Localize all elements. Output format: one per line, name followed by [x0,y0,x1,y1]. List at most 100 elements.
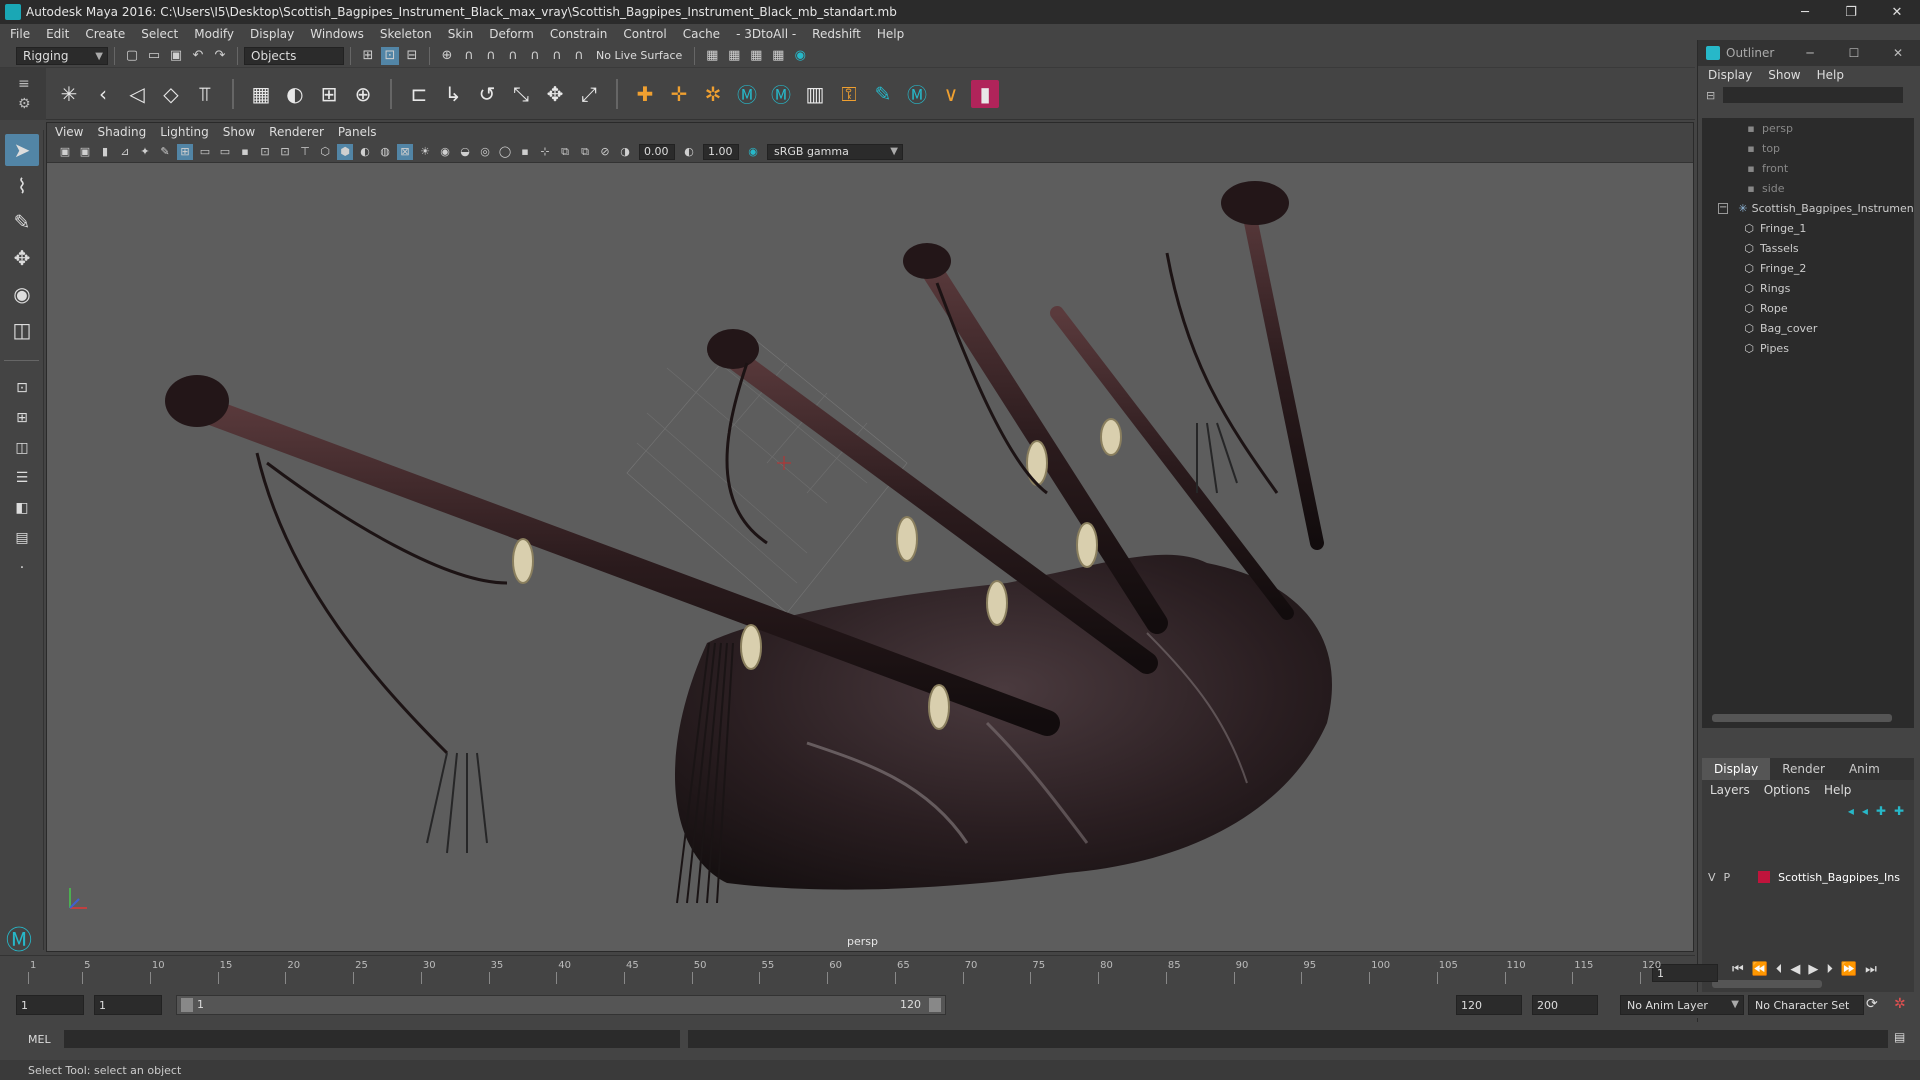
outliner-item-rings[interactable]: ⬡ Rings [1702,278,1914,298]
shelf-menu-icon[interactable]: ≡ [18,76,46,92]
render-current-icon[interactable]: ▦ [703,47,721,65]
filter-icon[interactable]: ⊟ [1706,89,1715,102]
menu-select[interactable]: Select [141,27,178,41]
menu-3dtoall[interactable]: - 3DtoAll - [736,27,796,41]
panel-menu-shading[interactable]: Shading [97,125,146,139]
command-language-label[interactable]: MEL [28,1033,51,1046]
magnet-icon[interactable]: ∩ [548,47,566,65]
menu-file[interactable]: File [10,27,30,41]
mash-icon[interactable]: ✲ [699,80,727,108]
menu-display[interactable]: Display [250,27,294,41]
animation-start-field[interactable]: 1 [16,995,84,1015]
render-view-icon[interactable]: ◉ [791,47,809,65]
play-forwards-icon[interactable]: ▶ [1808,962,1818,977]
restore-button[interactable]: ❐ [1828,0,1874,24]
aim-constraint-icon[interactable]: ✥ [541,80,569,108]
locator-plus-icon[interactable]: ✛ [665,80,693,108]
outliner-search-input[interactable] [1723,87,1904,103]
four-view-layout-icon[interactable]: ⊞ [5,405,39,431]
3d-viewport[interactable]: persp [47,163,1693,951]
backface-icon[interactable]: ⊘ [597,144,613,160]
scale-constraint-icon[interactable]: ⤡ [507,80,535,108]
point-constraint-icon[interactable]: ↳ [439,80,467,108]
view-transform-dropdown[interactable]: sRGB gamma ▼ [767,143,903,160]
select-component-icon[interactable]: ⊟ [403,47,421,65]
scale-tool-icon[interactable]: ◫ [5,314,39,346]
layer-visibility-toggle[interactable]: V [1708,871,1716,884]
panel-menu-panels[interactable]: Panels [338,125,377,139]
rotate-tool-icon[interactable]: ◉ [5,278,39,310]
depth-of-field-icon[interactable]: ◯ [497,144,513,160]
outliner-menu-help[interactable]: Help [1817,68,1844,82]
wireframe-on-shaded-icon[interactable]: ◐ [357,144,373,160]
tab-display[interactable]: Display [1702,758,1771,780]
undo-icon[interactable]: ↶ [189,47,207,65]
go-to-end-icon[interactable]: ⏭ [1865,962,1877,977]
use-lights-icon[interactable]: ⊠ [397,143,413,160]
panel-menu-lighting[interactable]: Lighting [160,125,209,139]
outliner-close-button[interactable]: ✕ [1876,46,1920,60]
snap-curve-icon[interactable]: ∩ [460,47,478,65]
xray-components-icon[interactable]: ⧉ [577,144,593,160]
move-tool-icon[interactable]: ✥ [5,242,39,274]
two-view-layout-icon[interactable]: ◫ [5,435,39,461]
more-layouts-icon[interactable]: · [5,555,39,581]
menu-deform[interactable]: Deform [489,27,534,41]
maya-m-icon[interactable]: Ⓜ [733,80,761,108]
layer-menu-help[interactable]: Help [1824,783,1851,797]
resolution-gate-icon[interactable]: ▭ [217,144,233,160]
collapse-icon[interactable]: − [1718,202,1729,214]
wireframe-icon[interactable]: ⬡ [317,144,333,160]
layer-row[interactable]: V P Scottish_Bagpipes_Ins [1708,868,1908,886]
outliner-item-fringe-1[interactable]: ⬡ Fringe_1 [1702,218,1914,238]
snap-live-icon[interactable]: ∩ [570,47,588,65]
gate-mask-icon[interactable]: ▪ [237,144,253,160]
outliner-item-root[interactable]: − ✳ Scottish_Bagpipes_Instrument_Black [1702,198,1914,218]
outliner-item-top[interactable]: ▪ top [1702,138,1914,158]
lattice-icon[interactable]: ⊞ [315,80,343,108]
step-back-key-icon[interactable]: ⏪ [1752,962,1768,977]
menu-windows[interactable]: Windows [310,27,364,41]
panel-menu-view[interactable]: View [55,125,83,139]
outliner-menu-show[interactable]: Show [1768,68,1800,82]
menu-constrain[interactable]: Constrain [550,27,608,41]
outliner-item-pipes[interactable]: ⬡ Pipes [1702,338,1914,358]
gamma-icon[interactable]: ◐ [681,144,697,160]
bookmark-icon[interactable]: ▮ [97,144,113,160]
layer-playback-toggle[interactable]: P [1724,871,1731,884]
menu-skeleton[interactable]: Skeleton [380,27,432,41]
menu-skin[interactable]: Skin [448,27,474,41]
minimize-button[interactable]: ─ [1782,0,1828,24]
move-layer-down-icon[interactable]: ◂ [1862,804,1868,818]
auto-key-icon[interactable]: ⟳ [1866,996,1878,1012]
command-input[interactable] [64,1030,680,1048]
xray-icon[interactable]: ⊹ [537,144,553,160]
lasso-tool-icon[interactable]: ⌇ [5,170,39,202]
textured-icon[interactable]: ◍ [377,144,393,160]
render-settings-icon[interactable]: ▦ [747,47,765,65]
ik-handle-icon[interactable]: ⫪ [191,80,219,108]
isolate-select-icon[interactable]: ▪ [517,144,533,160]
step-back-frame-icon[interactable]: ⏴ [1776,962,1783,977]
gamma-field[interactable]: 1.00 [703,143,739,160]
tab-render[interactable]: Render [1770,758,1837,780]
paint-weights-icon[interactable]: ◐ [281,80,309,108]
safe-title-icon[interactable]: ⊤ [297,144,313,160]
outliner-minimize-button[interactable]: ─ [1788,46,1832,60]
camera-attributes-icon[interactable]: ▣ [77,144,93,160]
menu-redshift[interactable]: Redshift [812,27,861,41]
insert-joint-icon[interactable]: ‹ [89,80,117,108]
graph-layout-icon[interactable]: ◧ [5,495,39,521]
range-slider-bar[interactable]: 1 120 [176,995,946,1015]
menu-modify[interactable]: Modify [194,27,234,41]
parent-constraint-icon[interactable]: ⊏ [405,80,433,108]
menu-set-dropdown[interactable]: Rigging ▼ [16,46,108,65]
playback-end-field[interactable]: 120 [1456,995,1522,1015]
outliner-item-persp[interactable]: ▪ persp [1702,118,1914,138]
outliner-item-side[interactable]: ▪ side [1702,178,1914,198]
select-object-icon[interactable]: ⊡ [381,46,399,65]
horizontal-scrollbar[interactable] [1712,980,1822,988]
graph-icon[interactable]: ▥ [801,80,829,108]
open-scene-icon[interactable]: ▭ [145,47,163,65]
menu-help[interactable]: Help [877,27,904,41]
